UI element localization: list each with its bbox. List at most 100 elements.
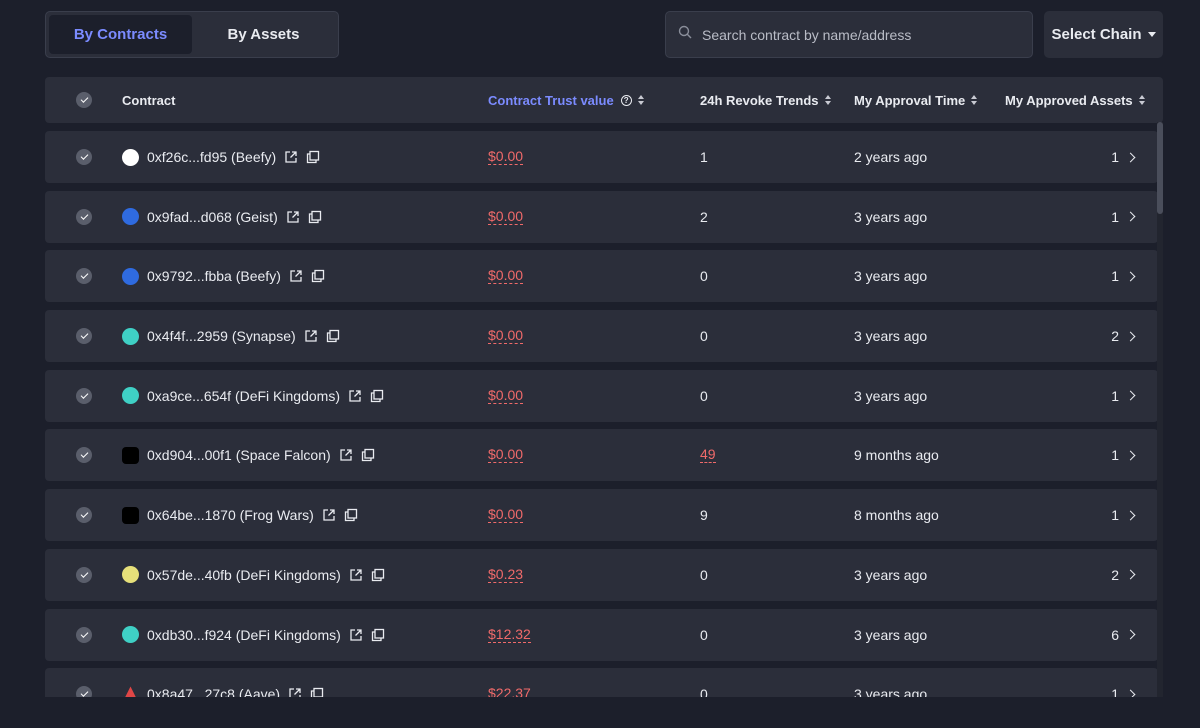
row-checkbox[interactable] — [76, 447, 92, 464]
column-approved-assets[interactable]: My Approved Assets — [1005, 93, 1145, 108]
table-row[interactable]: 0x57de...40fb (DeFi Kingdoms) $0.23 0 3 … — [45, 548, 1158, 601]
row-checkbox[interactable] — [76, 626, 92, 643]
chevron-right-icon — [1125, 689, 1136, 697]
trust-value[interactable]: $22.37 — [488, 686, 531, 697]
revoke-trend: 2 — [700, 208, 708, 225]
approved-assets-count: 6 — [1111, 626, 1119, 643]
copy-icon[interactable] — [361, 448, 375, 462]
scrollbar[interactable] — [1157, 122, 1163, 697]
table-row[interactable]: 0xf26c...fd95 (Beefy) $0.00 1 2 years ag… — [45, 131, 1158, 183]
external-link-icon[interactable] — [348, 389, 362, 403]
jewel-logo-icon — [122, 566, 139, 584]
harmony-logo-icon — [122, 327, 139, 345]
trust-value[interactable]: $0.23 — [488, 566, 524, 583]
approved-assets-cell[interactable]: 2 — [1038, 549, 1158, 601]
approval-time: 3 years ago — [854, 208, 928, 225]
external-link-icon[interactable] — [288, 687, 302, 697]
approved-assets-cell[interactable]: 2 — [1038, 310, 1158, 362]
copy-icon[interactable] — [308, 210, 322, 224]
table-header: Contract Contract Trust value ? 24h Revo… — [45, 77, 1163, 123]
tab-by-assets[interactable]: By Assets — [192, 15, 335, 54]
row-checkbox[interactable] — [76, 566, 92, 583]
copy-icon[interactable] — [311, 269, 325, 283]
table-row[interactable]: 0xd904...00f1 (Space Falcon) $0.00 49 9 … — [45, 429, 1158, 482]
revoke-trend: 49 — [700, 446, 716, 464]
external-link-icon[interactable] — [304, 329, 318, 343]
contract-address: 0x57de...40fb (DeFi Kingdoms) — [147, 566, 341, 583]
linea-logo-icon — [122, 506, 139, 524]
search-input[interactable] — [702, 26, 1002, 43]
approved-assets-count: 1 — [1111, 268, 1119, 285]
help-icon[interactable]: ? — [620, 94, 632, 106]
revoke-trend: 9 — [700, 507, 708, 524]
contract-address: 0xf26c...fd95 (Beefy) — [147, 149, 277, 165]
row-checkbox[interactable] — [76, 268, 92, 285]
trust-value[interactable]: $0.00 — [488, 149, 524, 165]
external-link-icon[interactable] — [349, 568, 363, 582]
external-link-icon[interactable] — [289, 269, 303, 283]
select-chain-dropdown[interactable]: Select Chain — [1044, 11, 1163, 58]
row-checkbox[interactable] — [76, 387, 92, 404]
column-approval-time[interactable]: My Approval Time — [854, 93, 978, 108]
external-link-icon[interactable] — [339, 448, 353, 462]
approved-assets-cell[interactable]: 1 — [1038, 668, 1158, 697]
trust-value[interactable]: $0.00 — [488, 268, 524, 285]
approved-assets-cell[interactable]: 1 — [1038, 191, 1158, 243]
table-row[interactable]: 0x9fad...d068 (Geist) $0.00 2 3 years ag… — [45, 190, 1158, 243]
approved-assets-count: 1 — [1111, 507, 1119, 524]
copy-icon[interactable] — [344, 508, 358, 522]
trust-value[interactable]: $0.00 — [488, 507, 524, 524]
table-row[interactable]: 0x9792...fbba (Beefy) $0.00 0 3 years ag… — [45, 250, 1158, 303]
trust-value[interactable]: $0.00 — [488, 447, 524, 464]
fantom-logo-icon — [122, 267, 139, 285]
row-checkbox[interactable] — [76, 686, 92, 697]
column-revoke-trends[interactable]: 24h Revoke Trends — [700, 93, 831, 108]
approved-assets-cell[interactable]: 1 — [1038, 429, 1158, 481]
row-checkbox[interactable] — [76, 507, 92, 524]
scrollbar-thumb[interactable] — [1157, 122, 1163, 214]
tab-by-contracts[interactable]: By Contracts — [49, 15, 192, 54]
external-link-icon[interactable] — [322, 508, 336, 522]
row-checkbox[interactable] — [76, 328, 92, 345]
copy-icon[interactable] — [371, 628, 385, 642]
trust-value[interactable]: $0.00 — [488, 387, 524, 404]
contract-address: 0x9792...fbba (Beefy) — [147, 268, 281, 285]
row-checkbox[interactable] — [76, 208, 92, 225]
chevron-right-icon — [1125, 390, 1136, 401]
column-approved-assets-label: My Approved Assets — [1005, 92, 1133, 108]
approval-time: 3 years ago — [854, 387, 928, 404]
copy-icon[interactable] — [370, 389, 384, 403]
copy-icon[interactable] — [371, 568, 385, 582]
approval-time: 3 years ago — [854, 268, 928, 285]
approved-assets-count: 1 — [1111, 686, 1119, 697]
copy-icon[interactable] — [326, 329, 340, 343]
approved-assets-count: 2 — [1111, 328, 1119, 345]
table-row[interactable]: 0xa9ce...654f (DeFi Kingdoms) $0.00 0 3 … — [45, 369, 1158, 422]
table-row[interactable]: 0x4f4f...2959 (Synapse) $0.00 0 3 years … — [45, 310, 1158, 363]
table-row[interactable]: 0x64be...1870 (Frog Wars) $0.00 9 8 mont… — [45, 489, 1158, 542]
trust-value[interactable]: $12.32 — [488, 626, 531, 643]
external-link-icon[interactable] — [284, 150, 298, 164]
approved-assets-cell[interactable]: 1 — [1038, 250, 1158, 302]
copy-icon[interactable] — [310, 687, 324, 697]
trust-value[interactable]: $0.00 — [488, 328, 524, 345]
column-trust-value[interactable]: Contract Trust value ? — [488, 93, 644, 108]
external-link-icon[interactable] — [349, 628, 363, 642]
approved-assets-cell[interactable]: 1 — [1038, 370, 1158, 422]
sort-icon — [637, 95, 644, 105]
contract-address: 0xd904...00f1 (Space Falcon) — [147, 447, 331, 464]
external-link-icon[interactable] — [286, 210, 300, 224]
contract-address: 0x8a47...27c8 (Aave) — [147, 686, 281, 697]
approved-assets-count: 1 — [1111, 149, 1119, 165]
select-all-checkbox[interactable] — [76, 92, 92, 108]
trust-value[interactable]: $0.00 — [488, 208, 524, 225]
approved-assets-cell[interactable]: 6 — [1038, 609, 1158, 661]
revoke-trend: 0 — [700, 387, 708, 404]
approved-assets-cell[interactable]: 1 — [1038, 489, 1158, 541]
row-checkbox[interactable] — [76, 149, 92, 165]
copy-icon[interactable] — [306, 150, 320, 164]
approved-assets-cell[interactable]: 1 — [1038, 131, 1158, 183]
table-row[interactable]: 0xdb30...f924 (DeFi Kingdoms) $12.32 0 3… — [45, 608, 1158, 661]
geist-logo-icon — [122, 208, 139, 226]
table-row[interactable]: 0x8a47...27c8 (Aave) $22.37 0 3 years ag… — [45, 668, 1158, 697]
